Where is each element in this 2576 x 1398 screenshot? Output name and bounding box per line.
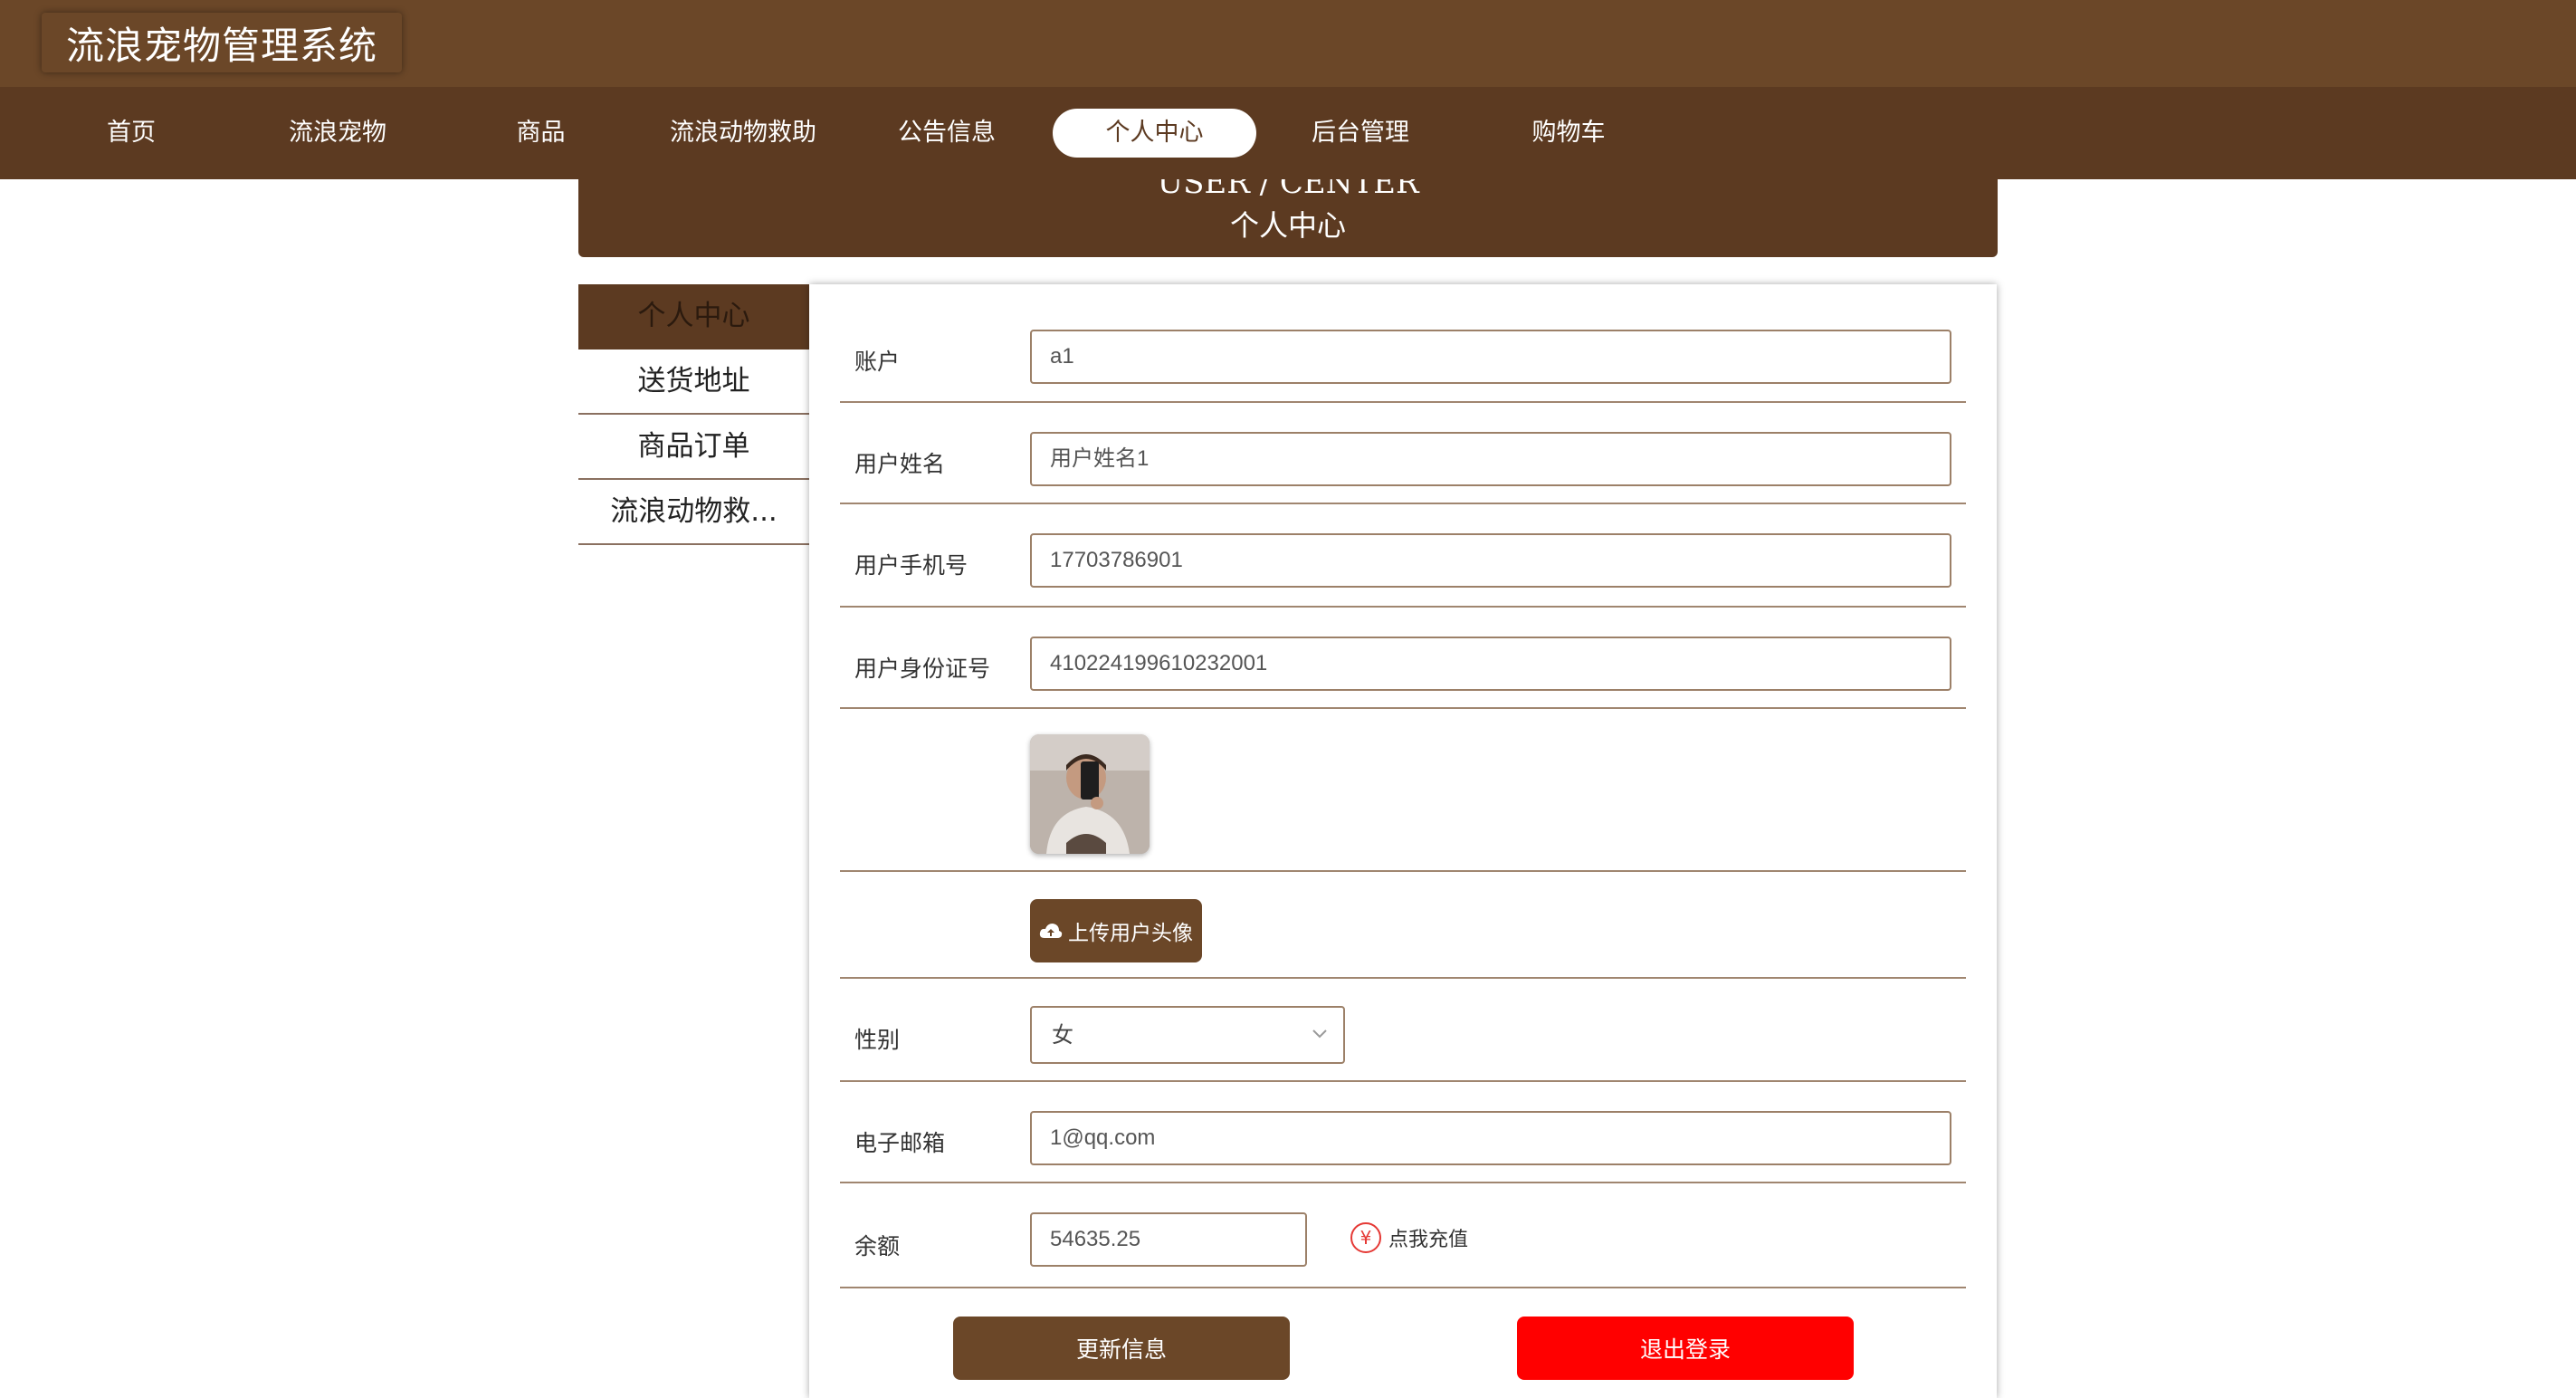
form-row-gender: 性别 女 [840,977,1966,1082]
yen-icon: ¥ [1350,1222,1381,1253]
section-banner: USER / CENTER 个人中心 [578,179,1998,257]
sidebar-item-rescue[interactable]: 流浪动物救... [578,480,809,545]
upload-avatar-button[interactable]: 上传用户头像 [1030,899,1202,962]
nav-animal-rescue[interactable]: 流浪动物救助 [665,109,821,158]
form-row-balance: 余额 54635.25 ¥ 点我充值 [840,1182,1966,1288]
nav-cart[interactable]: 购物车 [1504,109,1633,158]
recharge-label: 点我充值 [1388,1229,1469,1251]
form-row-username: 用户姓名 用户姓名1 [840,401,1966,504]
phone-input[interactable]: 17703786901 [1030,533,1951,588]
avatar-photo [1030,734,1150,854]
gender-select[interactable]: 女 [1030,1006,1345,1064]
sidebar-item-address[interactable]: 送货地址 [578,350,809,415]
nav-home[interactable]: 首页 [81,109,181,158]
gender-label: 性别 [854,1027,901,1053]
nav-products[interactable]: 商品 [493,109,588,158]
nav-stray-pets[interactable]: 流浪宠物 [273,109,402,158]
id-card-label: 用户身份证号 [854,656,991,682]
balance-label: 余额 [854,1233,901,1259]
cloud-upload-icon [1039,924,1063,938]
chevron-down-icon [1312,1029,1327,1039]
profile-form-panel: 账户 a1 用户姓名 用户姓名1 用户手机号 17703786901 用户身份证… [809,284,1997,1398]
account-input[interactable]: a1 [1030,330,1951,384]
nav-announcements[interactable]: 公告信息 [883,109,1011,158]
nav-user-center[interactable]: 个人中心 [1053,109,1256,158]
logout-button[interactable]: 退出登录 [1517,1317,1854,1380]
app-logo[interactable]: 流浪宠物管理系统 [42,13,402,72]
account-label: 账户 [854,349,901,375]
balance-input[interactable]: 54635.25 [1030,1212,1307,1267]
sidebar-menu: 个人中心 送货地址 商品订单 流浪动物救... [578,284,809,545]
email-input[interactable]: 1@qq.com [1030,1111,1951,1165]
user-avatar[interactable] [1030,734,1150,854]
username-label: 用户姓名 [854,451,946,477]
app-title: 流浪宠物管理系统 [65,23,377,68]
nav-admin[interactable]: 后台管理 [1296,109,1425,158]
top-header: 流浪宠物管理系统 [0,0,2576,87]
form-row-avatar [840,707,1966,872]
form-row-id-card: 用户身份证号 410224199610232001 [840,606,1966,709]
form-row-upload: 上传用户头像 [840,870,1966,979]
banner-title-en: USER / CENTER [1157,179,1419,201]
phone-label: 用户手机号 [854,552,968,579]
sidebar-item-user-center[interactable]: 个人中心 [578,284,809,350]
gender-value: 女 [1052,1022,1073,1048]
form-row-account: 账户 a1 [840,284,1966,403]
email-label: 电子邮箱 [854,1130,946,1156]
id-card-input[interactable]: 410224199610232001 [1030,637,1951,691]
update-info-button[interactable]: 更新信息 [953,1317,1290,1380]
recharge-link[interactable]: ¥ 点我充值 [1350,1218,1468,1258]
upload-avatar-label: 上传用户头像 [1068,922,1193,945]
username-input[interactable]: 用户姓名1 [1030,432,1951,486]
form-row-phone: 用户手机号 17703786901 [840,503,1966,608]
sidebar-item-orders[interactable]: 商品订单 [578,415,809,480]
banner-title-cn: 个人中心 [1229,208,1346,243]
main-nav: 首页 流浪宠物 商品 流浪动物救助 公告信息 个人中心 后台管理 购物车 [0,87,2576,179]
form-row-email: 电子邮箱 1@qq.com [840,1080,1966,1183]
